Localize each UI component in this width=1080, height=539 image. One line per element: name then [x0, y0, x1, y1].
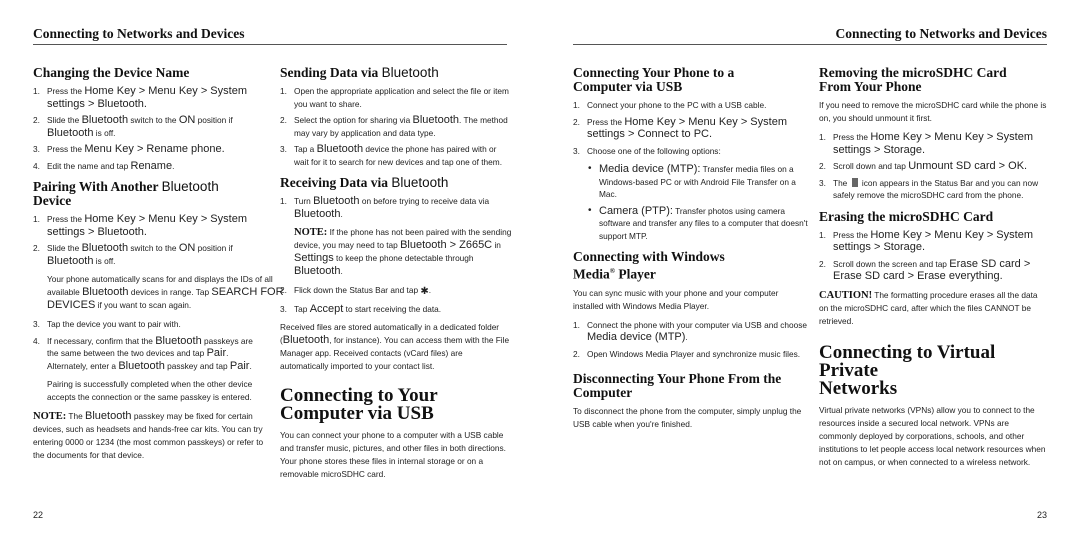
section-title-connect-usb: Connecting Your Phone to a Computer via …	[573, 65, 735, 94]
receiving-steps: 1. Turn Bluetooth on before trying to rec…	[280, 195, 512, 220]
list-item: 4. Edit the name and tap Rename.	[33, 159, 175, 172]
usb-intro: You can connect your phone to a computer…	[280, 430, 506, 479]
list-item: 1. Press the Home Key > Menu Key > System…	[819, 131, 1033, 156]
right-page: Connecting to Networks and Devices Conne…	[540, 0, 1080, 539]
section-title-changing-device-name: Changing the Device Name	[33, 65, 190, 80]
list-item: 2. Slide the Bluetooth switch to the ON p…	[33, 242, 233, 267]
list-item: 3. Tap the device you want to pair with.	[33, 319, 181, 329]
usb-mode-options: • Media device (MTP): Transfer media file…	[587, 163, 808, 242]
connect-usb-steps: 1. Connect your phone to the PC with a US…	[573, 99, 808, 157]
list-item: 2. Select the option for sharing via Blue…	[280, 114, 508, 138]
section-title-vpn: Connecting to Virtual Private Networks	[819, 341, 996, 399]
section-title-receiving: Receiving Data via Bluetooth	[280, 175, 449, 190]
erasing-steps: 1. Press the Home Key > Menu Key > System…	[819, 229, 1047, 283]
left-column-2: Sending Data via Bluetooth 1. Open the ap…	[280, 66, 512, 487]
sending-steps: 1. Open the appropriate application and s…	[280, 85, 512, 168]
section-title-sending: Sending Data via Bluetooth	[280, 65, 439, 80]
list-item: 3. Tap a Bluetooth device the phone has p…	[280, 143, 502, 167]
section-title-erasing-sd: Erasing the microSDHC Card	[819, 208, 994, 224]
section-title-usb: Connecting to Your Computer via USB	[280, 385, 438, 424]
right-column-2: Removing the microSDHC Card From Your Ph…	[819, 66, 1047, 475]
list-item: 1. Connect the phone with your computer v…	[573, 319, 807, 344]
section-title-disconnect: Disconnecting Your Phone From the Comput…	[573, 371, 782, 400]
header-rule	[573, 44, 1047, 45]
passkey-note: NOTE: The Bluetooth passkey may be fixed…	[33, 410, 264, 460]
section-title-wmp: Connecting with Windows Media® Player	[573, 249, 725, 282]
list-item: 4. If necessary, confirm that the Bluetoo…	[33, 334, 253, 372]
scan-note: Your phone automatically scans for and d…	[47, 274, 284, 311]
receiving-note: NOTE: If the phone has not been paired w…	[294, 227, 512, 277]
list-item: 3. The icon appears in the Status Bar and…	[819, 177, 1039, 200]
left-page: Connecting to Networks and Devices Chang…	[0, 0, 540, 539]
wmp-intro: You can sync music with your phone and y…	[573, 287, 779, 311]
receiving-steps-continued: 2. Flick down the Status Bar and tap ✱. 3…	[280, 284, 512, 315]
vpn-intro: Virtual private networks (VPNs) allow yo…	[819, 404, 1046, 467]
list-item: 1. Press the Home Key > Menu Key > System…	[33, 85, 247, 110]
right-column-1: Connecting Your Phone to a Computer via …	[573, 66, 808, 437]
list-item: 3. Choose one of the following options:	[573, 145, 721, 156]
removing-intro: If you need to remove the microSDHC card…	[819, 100, 1047, 123]
left-column-1: Changing the Device Name 1. Press the Hom…	[33, 65, 284, 468]
section-title-removing-sd: Removing the microSDHC Card From Your Ph…	[819, 65, 1007, 94]
caution-note: CAUTION! The formatting procedure erases…	[819, 289, 1038, 326]
pairing-steps-continued: 3. Tap the device you want to pair with. …	[33, 318, 265, 372]
list-item: 3. Press the Menu Key > Rename phone.	[33, 143, 225, 155]
header-rule	[33, 44, 507, 45]
removing-steps: 1. Press the Home Key > Menu Key > System…	[819, 131, 1047, 202]
section-title-pairing: Pairing With Another Bluetooth Device	[33, 179, 219, 208]
list-item: 1. Open the appropriate application and s…	[280, 86, 509, 109]
list-item: 2. Flick down the Status Bar and tap ✱.	[280, 285, 432, 297]
page-number-right: 23	[1036, 510, 1047, 520]
list-item: 1. Press the Home Key > Menu Key > System…	[33, 213, 247, 238]
list-item: 1. Turn Bluetooth on before trying to rec…	[280, 195, 490, 220]
list-item: 3. Tap Accept to start receiving the data…	[280, 302, 442, 315]
pairing-success-note: Pairing is successfully completed when t…	[47, 379, 253, 402]
running-head-left: Connecting to Networks and Devices	[33, 26, 245, 41]
list-item: 2. Slide the Bluetooth switch to the ON p…	[33, 114, 233, 139]
running-head-right: Connecting to Networks and Devices	[835, 26, 1048, 41]
changing-name-steps: 1. Press the Home Key > Menu Key > System…	[33, 85, 265, 172]
list-item: 1. Connect your phone to the PC with a US…	[573, 100, 767, 110]
list-item: 2. Press the Home Key > Menu Key > System…	[573, 115, 787, 141]
page-number-left: 22	[33, 510, 44, 520]
list-item: 1. Press the Home Key > Menu Key > System…	[819, 228, 1033, 254]
list-item: 2. Scroll down the screen and tap Erase S…	[819, 257, 1031, 283]
received-files-paragraph: Received files are stored automatically …	[280, 322, 510, 371]
pairing-steps: 1. Press the Home Key > Menu Key > System…	[33, 213, 265, 267]
sd-card-icon	[851, 177, 858, 187]
list-item: 2. Open Windows Media Player and synchron…	[573, 348, 801, 359]
list-item: 2. Scroll down and tap Unmount SD card > …	[819, 160, 1028, 172]
list-item: • Media device (MTP): Transfer media file…	[588, 163, 796, 199]
bluetooth-icon: ✱	[420, 286, 429, 297]
disconnect-body: To disconnect the phone from the compute…	[573, 406, 802, 429]
wmp-steps: 1. Connect the phone with your computer v…	[573, 319, 808, 361]
list-item: • Camera (PTP): Transfer photos using cam…	[588, 204, 808, 241]
